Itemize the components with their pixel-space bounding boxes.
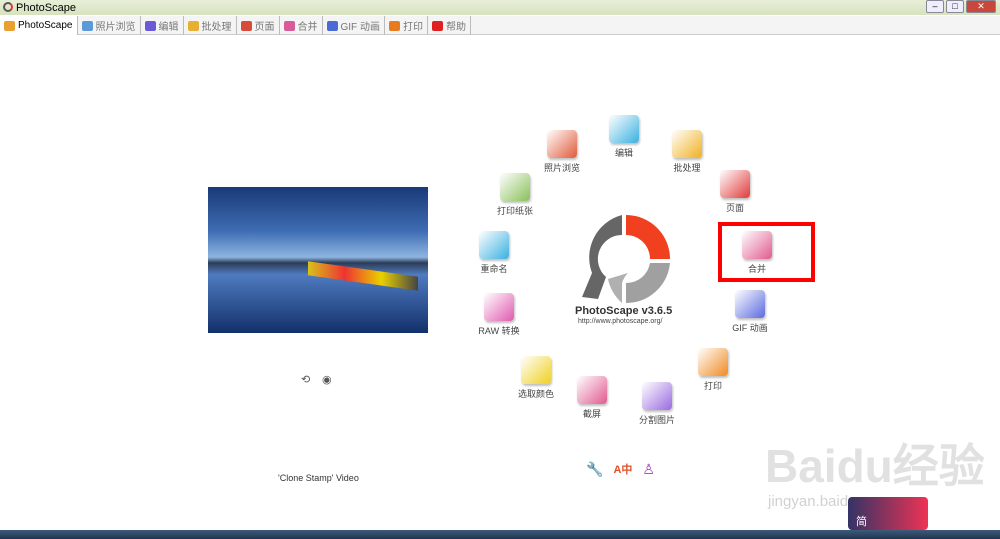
menu-item-9[interactable]: 选取颜色 — [496, 356, 576, 400]
app-logo-icon — [3, 2, 13, 12]
highlight-box — [718, 222, 815, 282]
tab-3[interactable]: 批处理 — [184, 16, 237, 35]
menu-item-icon — [484, 293, 514, 321]
tab-icon — [283, 20, 295, 31]
menu-item-label: GIF 动画 — [732, 323, 768, 333]
tab-1[interactable]: 照片浏览 — [78, 16, 141, 35]
menu-item-icon — [500, 173, 530, 201]
user-icon[interactable]: ♙ — [642, 461, 655, 478]
tab-icon — [326, 20, 338, 31]
website-link[interactable]: http://www.photoscape.org/ — [578, 318, 662, 325]
tab-4[interactable]: 页面 — [237, 16, 280, 35]
tab-icon — [81, 20, 93, 31]
language-icon[interactable]: A中 — [613, 461, 632, 478]
tab-label: 页面 — [254, 22, 275, 33]
tab-label: 照片浏览 — [95, 22, 136, 33]
video-link[interactable]: 'Clone Stamp' Video — [278, 473, 359, 483]
menu-item-12[interactable]: 打印纸张 — [475, 173, 555, 217]
tab-label: 编辑 — [158, 22, 179, 33]
tab-2[interactable]: 编辑 — [141, 16, 184, 35]
minimize-button[interactable]: – — [926, 0, 944, 13]
menu-item-icon — [720, 170, 750, 198]
tab-label: 打印 — [402, 22, 423, 33]
menu-item-icon — [547, 130, 577, 158]
menu-item-label: RAW 转换 — [478, 326, 520, 336]
tab-label: 帮助 — [445, 22, 466, 33]
tab-icon — [388, 20, 400, 31]
menu-item-label: 截屏 — [582, 409, 601, 419]
menu-item-icon — [735, 290, 765, 318]
menu-item-icon — [642, 382, 672, 410]
menu-item-icon — [577, 376, 607, 404]
menu-item-icon — [521, 356, 551, 384]
settings-wrench-icon[interactable]: 🔧 — [586, 461, 603, 478]
tab-label: 合并 — [297, 22, 318, 33]
tab-icon — [4, 20, 15, 31]
tab-label: GIF 动画 — [340, 22, 380, 33]
tab-bar: PhotoScape 照片浏览 编辑 批处理 页面 合并 GIF 动画 打印 帮助 — [0, 16, 1000, 35]
tab-7[interactable]: 打印 — [385, 16, 428, 35]
tab-5[interactable]: 合并 — [280, 16, 323, 35]
watermark-badge: 简 — [848, 497, 928, 530]
featured-photo[interactable] — [208, 187, 428, 333]
photoscape-logo-icon — [582, 215, 670, 303]
prev-icon[interactable]: ⟲ — [301, 373, 310, 386]
menu-item-icon — [698, 348, 728, 376]
taskbar — [0, 530, 1000, 539]
menu-item-label: 页面 — [725, 203, 744, 213]
tab-label: PhotoScape — [18, 20, 73, 31]
close-button[interactable]: ✕ — [966, 0, 996, 13]
tab-0[interactable]: PhotoScape — [0, 16, 78, 35]
menu-item-label: 选取颜色 — [517, 389, 554, 399]
menu-item-10[interactable]: RAW 转换 — [459, 293, 539, 337]
menu-item-icon — [672, 130, 702, 158]
view-icon[interactable]: ◉ — [322, 373, 332, 386]
menu-item-icon — [479, 231, 509, 259]
tab-icon — [187, 20, 199, 31]
menu-item-3[interactable]: 页面 — [695, 170, 775, 214]
tab-icon — [240, 20, 252, 31]
tab-label: 批处理 — [201, 22, 232, 33]
menu-item-label: 重命名 — [480, 264, 508, 274]
menu-item-2[interactable]: 批处理 — [647, 130, 727, 174]
tab-icon — [144, 20, 156, 31]
watermark: Baidu经验 — [765, 440, 985, 492]
tab-icon — [431, 20, 443, 31]
menu-item-label: 打印纸张 — [496, 206, 533, 216]
menu-item-11[interactable]: 重命名 — [454, 231, 534, 275]
version-label: PhotoScape v3.6.5 — [575, 305, 673, 317]
window-title: PhotoScape — [16, 1, 76, 14]
title-bar: PhotoScape – □ ✕ — [0, 0, 1000, 15]
maximize-button[interactable]: □ — [946, 0, 964, 13]
menu-item-5[interactable]: GIF 动画 — [710, 290, 790, 334]
tab-8[interactable]: 帮助 — [428, 16, 471, 35]
menu-item-icon — [609, 115, 639, 143]
tab-6[interactable]: GIF 动画 — [323, 16, 385, 35]
